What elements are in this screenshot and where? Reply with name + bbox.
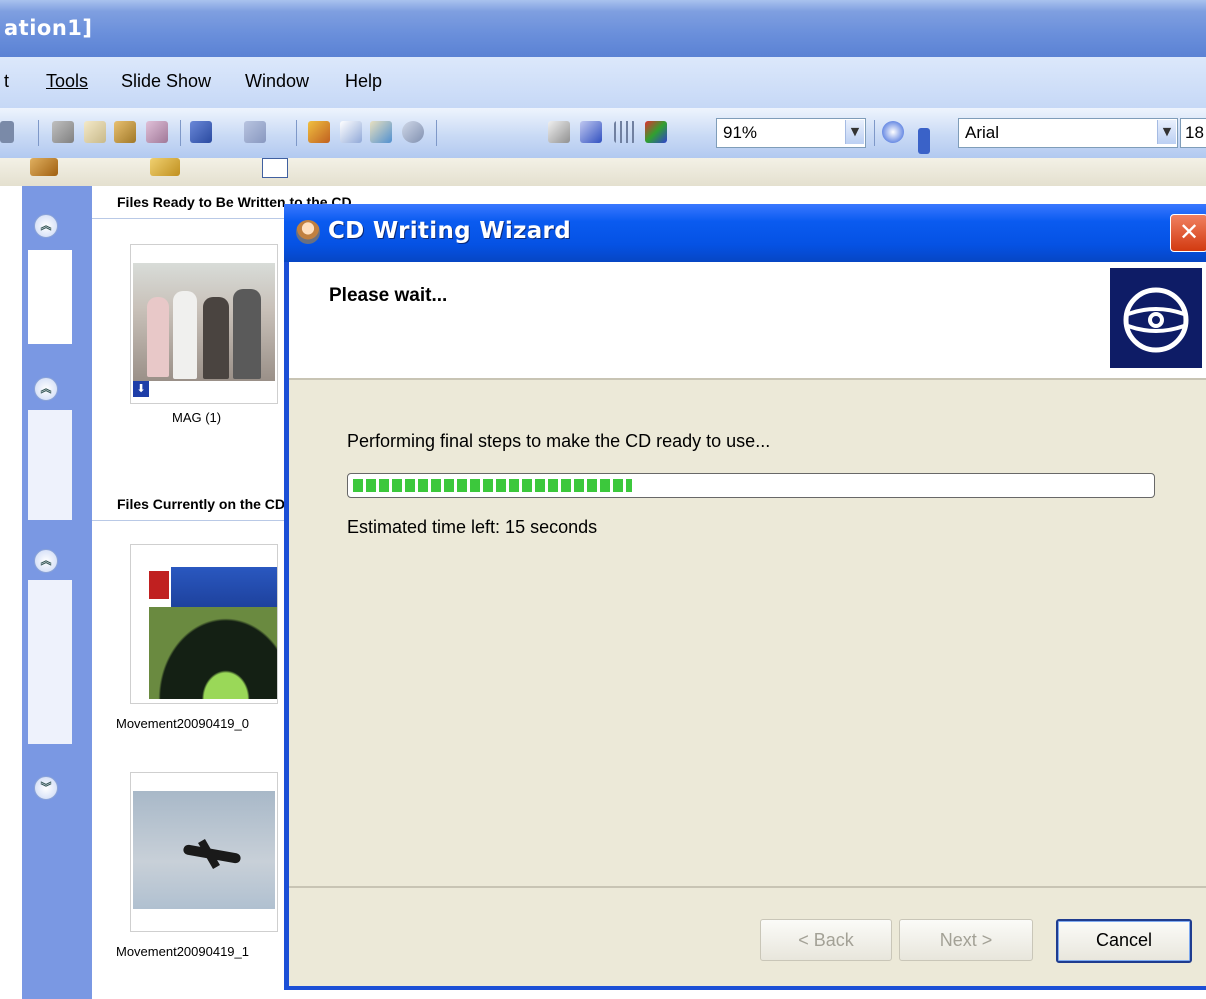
expand-icon[interactable]: ︾	[34, 776, 58, 800]
zoom-value: 91%	[723, 123, 758, 142]
undo-icon[interactable]	[190, 121, 212, 143]
dialog-title-text: CD Writing Wizard	[328, 218, 571, 244]
person-figure	[233, 289, 261, 379]
menu-item-slide-show[interactable]: Slide Show	[121, 71, 211, 92]
menu-item-tools[interactable]: Tools	[46, 71, 88, 92]
toolbar-separator	[874, 120, 875, 146]
cd-disc-icon	[1110, 268, 1202, 368]
insert-chart-icon[interactable]	[308, 121, 330, 143]
hyperlink-icon[interactable]	[402, 121, 424, 143]
close-button[interactable]: ✕	[1170, 214, 1206, 252]
section-divider	[92, 218, 292, 219]
toolbar-separator	[38, 120, 39, 146]
chevron-down-icon[interactable]: ▼	[1157, 120, 1176, 144]
toolbar-separator	[296, 120, 297, 146]
show-formatting-icon[interactable]	[580, 121, 602, 143]
photo-plane-image	[133, 791, 275, 909]
file-name: Movement20090419_1	[116, 944, 249, 959]
progress-bar	[347, 473, 1155, 498]
show-grid-icon[interactable]	[614, 121, 636, 143]
toolbar-separator	[436, 120, 437, 146]
next-button[interactable]: Next >	[899, 919, 1033, 961]
back-button[interactable]: < Back	[760, 919, 892, 961]
zoom-combo[interactable]: 91% ▼	[716, 118, 866, 148]
menu-bar: t Tools Slide Show Window Help	[0, 57, 1206, 108]
tables-and-borders-icon[interactable]	[370, 121, 392, 143]
collapse-icon[interactable]: ︽	[34, 549, 58, 573]
file-thumbnail[interactable]	[130, 772, 278, 932]
file-name: MAG (1)	[172, 410, 222, 425]
collapse-icon[interactable]: ︽	[34, 214, 58, 238]
time-left-text: Estimated time left: 15 seconds	[347, 517, 598, 537]
file-thumbnail[interactable]: ⬇	[130, 244, 278, 404]
menu-item-partial[interactable]: t	[4, 71, 9, 92]
dialog-body	[289, 380, 1206, 886]
header-title: Please wait...	[329, 285, 448, 306]
secondary-toolbar	[0, 158, 1206, 186]
file-thumbnail[interactable]	[130, 544, 278, 704]
folder-icon[interactable]	[150, 158, 180, 176]
tunnel-arch	[149, 607, 277, 699]
redo-icon[interactable]	[244, 121, 266, 143]
dialog-title-bar[interactable]: CD Writing Wizard	[284, 204, 1206, 262]
format-painter-icon[interactable]	[146, 121, 168, 143]
task-icon[interactable]	[30, 158, 58, 176]
font-size-value: 18	[1185, 123, 1204, 142]
wizard-user-icon	[296, 220, 320, 244]
chevron-down-icon[interactable]: ▼	[845, 120, 864, 144]
app-title-text: ation1]	[4, 16, 93, 40]
task-panel	[28, 410, 72, 520]
font-value: Arial	[965, 123, 1000, 142]
person-figure	[203, 297, 229, 379]
paste-icon[interactable]	[114, 121, 136, 143]
menu-item-window[interactable]: Window	[245, 71, 309, 92]
photo-truck-image	[149, 567, 277, 699]
section-header-current: Files Currently on the CD	[117, 496, 286, 512]
person-figure	[147, 297, 169, 377]
file-name: Movement20090419_0	[116, 716, 249, 731]
dialog-header	[289, 262, 1206, 378]
color-grayscale-icon[interactable]	[645, 121, 667, 143]
font-combo[interactable]: Arial ▼	[958, 118, 1178, 148]
task-panel	[28, 250, 72, 344]
collapse-icon[interactable]: ︽	[34, 377, 58, 401]
download-arrow-icon: ⬇	[133, 381, 149, 397]
standard-toolbar: 91% ▼ Arial ▼ 18	[0, 108, 1206, 159]
person-figure	[173, 291, 197, 379]
truck-cab	[149, 571, 169, 599]
menu-item-help[interactable]: Help	[345, 71, 382, 92]
print-preview-icon[interactable]	[0, 121, 14, 143]
expand-all-icon[interactable]	[548, 121, 570, 143]
task-panel	[28, 580, 72, 744]
copy-icon[interactable]	[84, 121, 106, 143]
status-text: Performing final steps to make the CD re…	[347, 431, 771, 451]
font-size-combo[interactable]: 18	[1180, 118, 1206, 148]
app-title-bar[interactable]: ation1]	[0, 0, 1206, 57]
toolbar-separator	[180, 120, 181, 146]
photo-group-image	[133, 263, 275, 381]
insert-table-icon[interactable]	[340, 121, 362, 143]
toolbar-options-icon[interactable]	[918, 128, 930, 154]
section-divider	[92, 520, 292, 521]
progress-fill	[353, 479, 632, 492]
view-icon[interactable]	[262, 158, 288, 178]
cancel-button[interactable]: Cancel	[1056, 919, 1192, 963]
help-icon[interactable]	[882, 121, 904, 143]
cut-icon[interactable]	[52, 121, 74, 143]
